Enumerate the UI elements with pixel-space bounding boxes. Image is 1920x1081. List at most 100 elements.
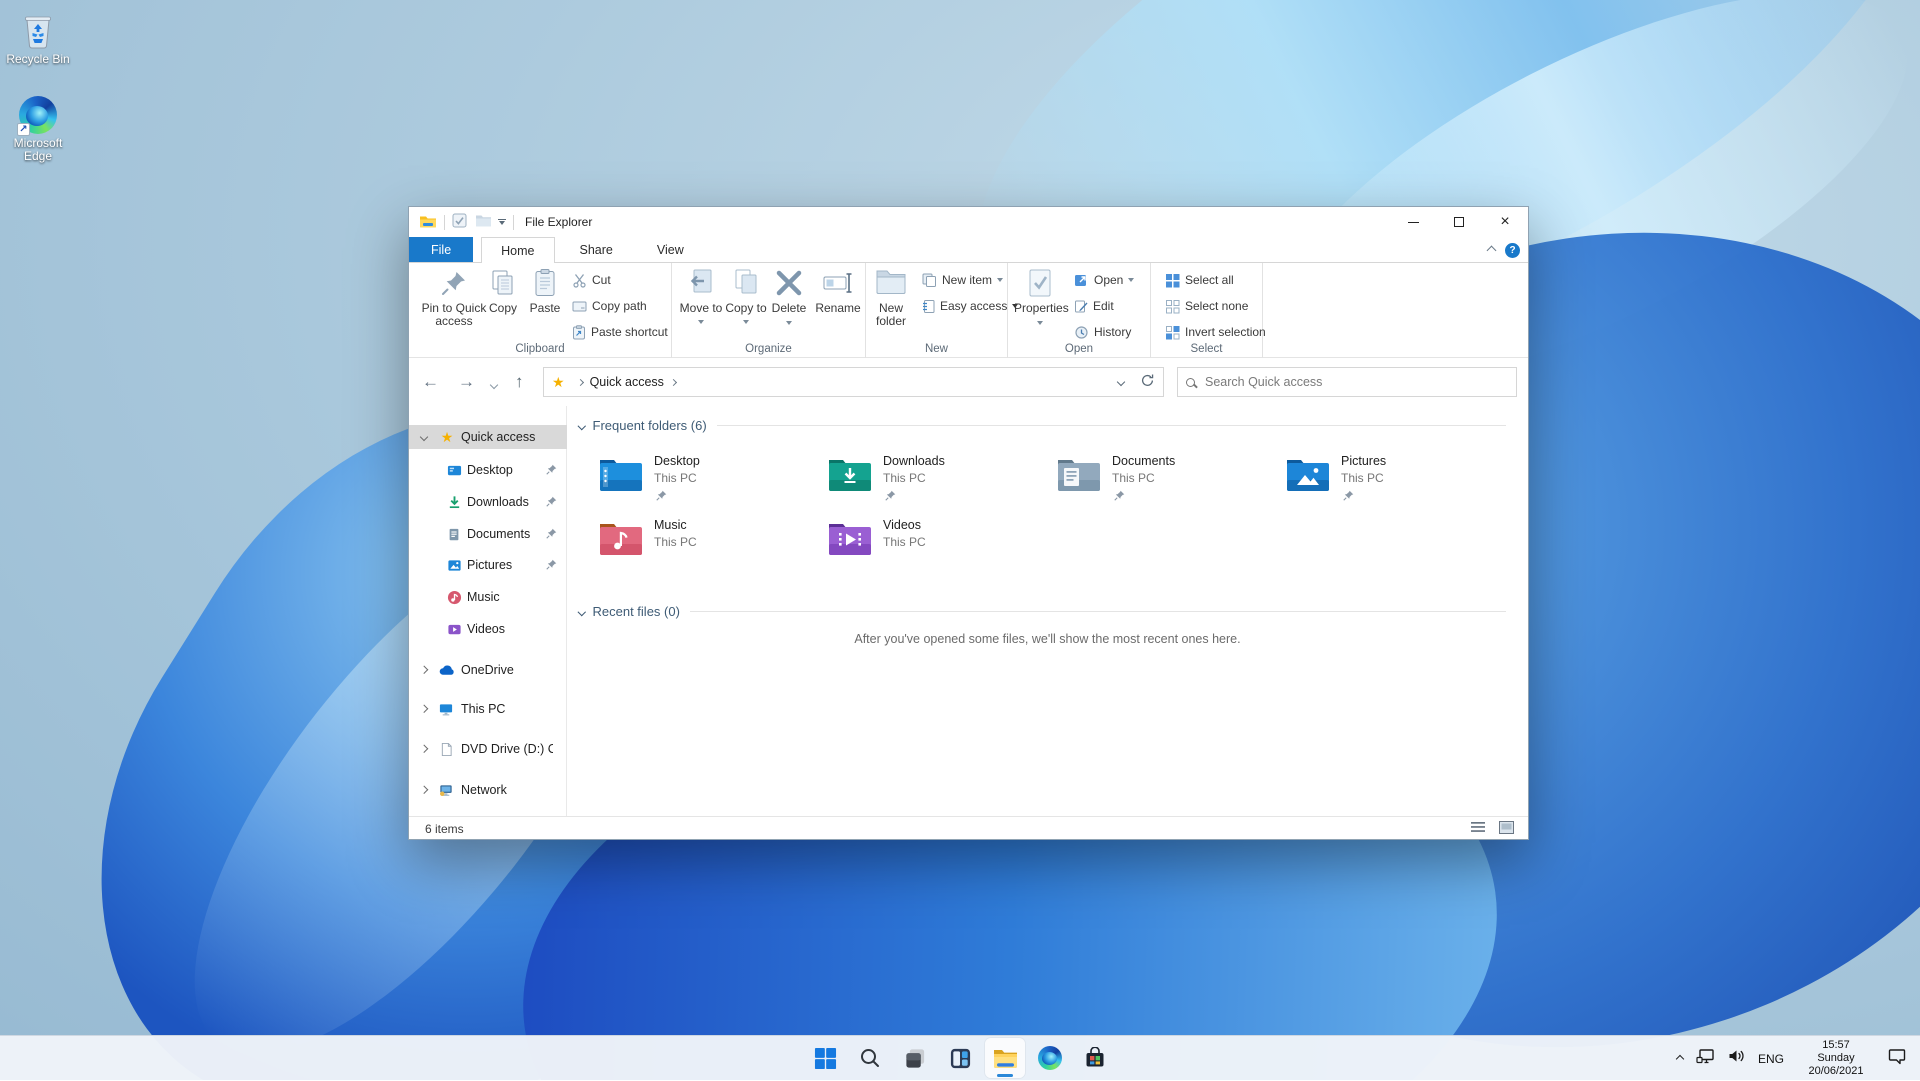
help-icon[interactable]: ?: [1505, 243, 1520, 258]
collapse-chevron-icon[interactable]: [578, 608, 586, 616]
network-icon: [437, 781, 455, 799]
sidebar-item-desktop[interactable]: Desktop: [409, 458, 567, 482]
widgets-button[interactable]: [940, 1038, 980, 1078]
tab-view[interactable]: View: [638, 237, 703, 262]
delete-button[interactable]: Delete: [767, 268, 811, 329]
qat-customize-dropdown-icon[interactable]: [498, 219, 506, 225]
sidebar-item-quick-access[interactable]: ★ Quick access: [409, 425, 567, 449]
expand-chevron-icon[interactable]: [420, 745, 428, 753]
taskbar-edge-button[interactable]: [1030, 1038, 1070, 1078]
copy-button[interactable]: Copy: [481, 268, 525, 315]
desktop-icon-recycle-bin[interactable]: Recycle Bin: [0, 12, 76, 66]
task-view-button[interactable]: [895, 1038, 935, 1078]
recent-locations-dropdown-icon[interactable]: [490, 381, 498, 389]
volume-tray-icon[interactable]: [1728, 1049, 1745, 1068]
folder-tile-desktop[interactable]: Desktop This PC: [598, 454, 813, 510]
tab-home[interactable]: Home: [481, 237, 554, 263]
qat-new-folder-icon[interactable]: [475, 214, 492, 230]
paste-button[interactable]: Paste: [523, 268, 567, 315]
collapse-chevron-icon[interactable]: [420, 433, 428, 441]
breadcrumb-chevron-icon[interactable]: [670, 378, 677, 385]
folder-tile-videos[interactable]: Videos This PC: [827, 518, 1042, 574]
sidebar-item-onedrive[interactable]: OneDrive: [409, 658, 567, 682]
tab-file[interactable]: File: [409, 237, 473, 262]
open-button[interactable]: Open: [1074, 269, 1134, 291]
taskbar-store-button[interactable]: [1075, 1038, 1115, 1078]
sidebar-item-dvd-drive[interactable]: DVD Drive (D:) CCCC: [409, 737, 567, 761]
address-dropdown-icon[interactable]: [1117, 378, 1125, 386]
select-all-button[interactable]: Select all: [1165, 269, 1234, 291]
sidebar-item-this-pc[interactable]: This PC: [409, 697, 567, 721]
minimize-button[interactable]: [1390, 207, 1436, 237]
ribbon-home: Pin to Quick access Copy Paste Cut C: [409, 263, 1528, 358]
onedrive-icon: [437, 661, 455, 679]
details-view-icon[interactable]: [1471, 821, 1485, 836]
edit-button[interactable]: Edit: [1074, 295, 1114, 317]
start-button[interactable]: [805, 1038, 845, 1078]
taskbar-clock[interactable]: 15:57 Sunday 20/06/2021: [1797, 1039, 1875, 1078]
select-none-button[interactable]: Select none: [1165, 295, 1248, 317]
new-folder-button[interactable]: New folder: [866, 268, 916, 328]
folder-tile-downloads[interactable]: Downloads This PC: [827, 454, 1042, 510]
properties-button[interactable]: Properties: [1014, 268, 1066, 329]
search-box[interactable]: [1177, 367, 1517, 397]
titlebar[interactable]: File Explorer ×: [409, 207, 1528, 237]
edit-label: Edit: [1093, 299, 1114, 313]
sidebar-item-documents[interactable]: Documents: [409, 522, 567, 546]
minimize-ribbon-icon[interactable]: [1487, 245, 1497, 255]
expand-chevron-icon[interactable]: [420, 786, 428, 794]
copy-to-button[interactable]: Copy to: [724, 268, 768, 328]
frequent-folders-header[interactable]: Frequent folders (6): [567, 418, 1528, 433]
easy-access-button[interactable]: Easy access: [922, 295, 1018, 317]
notifications-icon[interactable]: [1888, 1048, 1906, 1070]
downloads-icon: [445, 493, 463, 511]
sidebar-item-network[interactable]: Network: [409, 778, 567, 802]
large-icons-view-icon[interactable]: [1499, 821, 1514, 837]
tray-time: 15:57: [1797, 1039, 1875, 1052]
refresh-icon[interactable]: [1140, 373, 1155, 391]
desktop-icon-microsoft-edge[interactable]: ↗ Microsoft Edge: [0, 96, 76, 163]
explorer-folder-icon: [419, 214, 437, 231]
cut-button[interactable]: Cut: [572, 269, 611, 291]
pictures-icon: [445, 556, 463, 574]
show-hidden-icons-chevron[interactable]: [1676, 1054, 1684, 1062]
back-button[interactable]: ←: [422, 372, 439, 392]
address-bar[interactable]: ★ Quick access: [543, 367, 1164, 397]
videos-folder-icon: [827, 520, 873, 561]
up-button[interactable]: ↑: [515, 372, 524, 392]
folder-tile-documents[interactable]: Documents This PC: [1056, 454, 1271, 510]
sidebar-item-label: Quick access: [461, 430, 535, 444]
taskbar-file-explorer-button[interactable]: [985, 1038, 1025, 1078]
recent-files-header[interactable]: Recent files (0): [567, 604, 1528, 619]
rename-button[interactable]: Rename: [812, 268, 864, 315]
sidebar-item-music[interactable]: Music: [409, 585, 567, 609]
sidebar-item-downloads[interactable]: Downloads: [409, 490, 567, 514]
close-button[interactable]: ×: [1482, 207, 1528, 237]
breadcrumb-quick-access[interactable]: Quick access: [590, 375, 664, 389]
forward-button[interactable]: →: [458, 372, 475, 392]
qat-properties-icon[interactable]: [452, 213, 467, 231]
maximize-button[interactable]: [1436, 207, 1482, 237]
collapse-chevron-icon[interactable]: [578, 422, 586, 430]
sidebar-item-videos[interactable]: Videos: [409, 617, 567, 641]
search-button[interactable]: [850, 1038, 890, 1078]
history-button[interactable]: History: [1074, 321, 1131, 343]
folder-tile-location: This PC: [654, 535, 697, 549]
expand-chevron-icon[interactable]: [420, 705, 428, 713]
search-input[interactable]: [1205, 375, 1508, 389]
expand-chevron-icon[interactable]: [420, 666, 428, 674]
tab-share[interactable]: Share: [561, 237, 632, 262]
network-tray-icon[interactable]: [1696, 1049, 1715, 1069]
new-item-button[interactable]: New item: [922, 269, 1003, 291]
move-to-button[interactable]: Move to: [679, 268, 723, 328]
folder-tile-pictures[interactable]: Pictures This PC: [1285, 454, 1500, 510]
breadcrumb-chevron-icon[interactable]: [577, 378, 584, 385]
copy-path-button[interactable]: Copy path: [572, 295, 647, 317]
sidebar-item-pictures[interactable]: Pictures: [409, 553, 567, 577]
titlebar-separator: [444, 215, 445, 230]
group-label-organize: Organize: [672, 343, 865, 355]
paste-shortcut-button[interactable]: Paste shortcut: [572, 321, 668, 343]
folder-tile-music[interactable]: Music This PC: [598, 518, 813, 574]
invert-selection-button[interactable]: Invert selection: [1165, 321, 1266, 343]
language-indicator[interactable]: ENG: [1758, 1052, 1784, 1066]
